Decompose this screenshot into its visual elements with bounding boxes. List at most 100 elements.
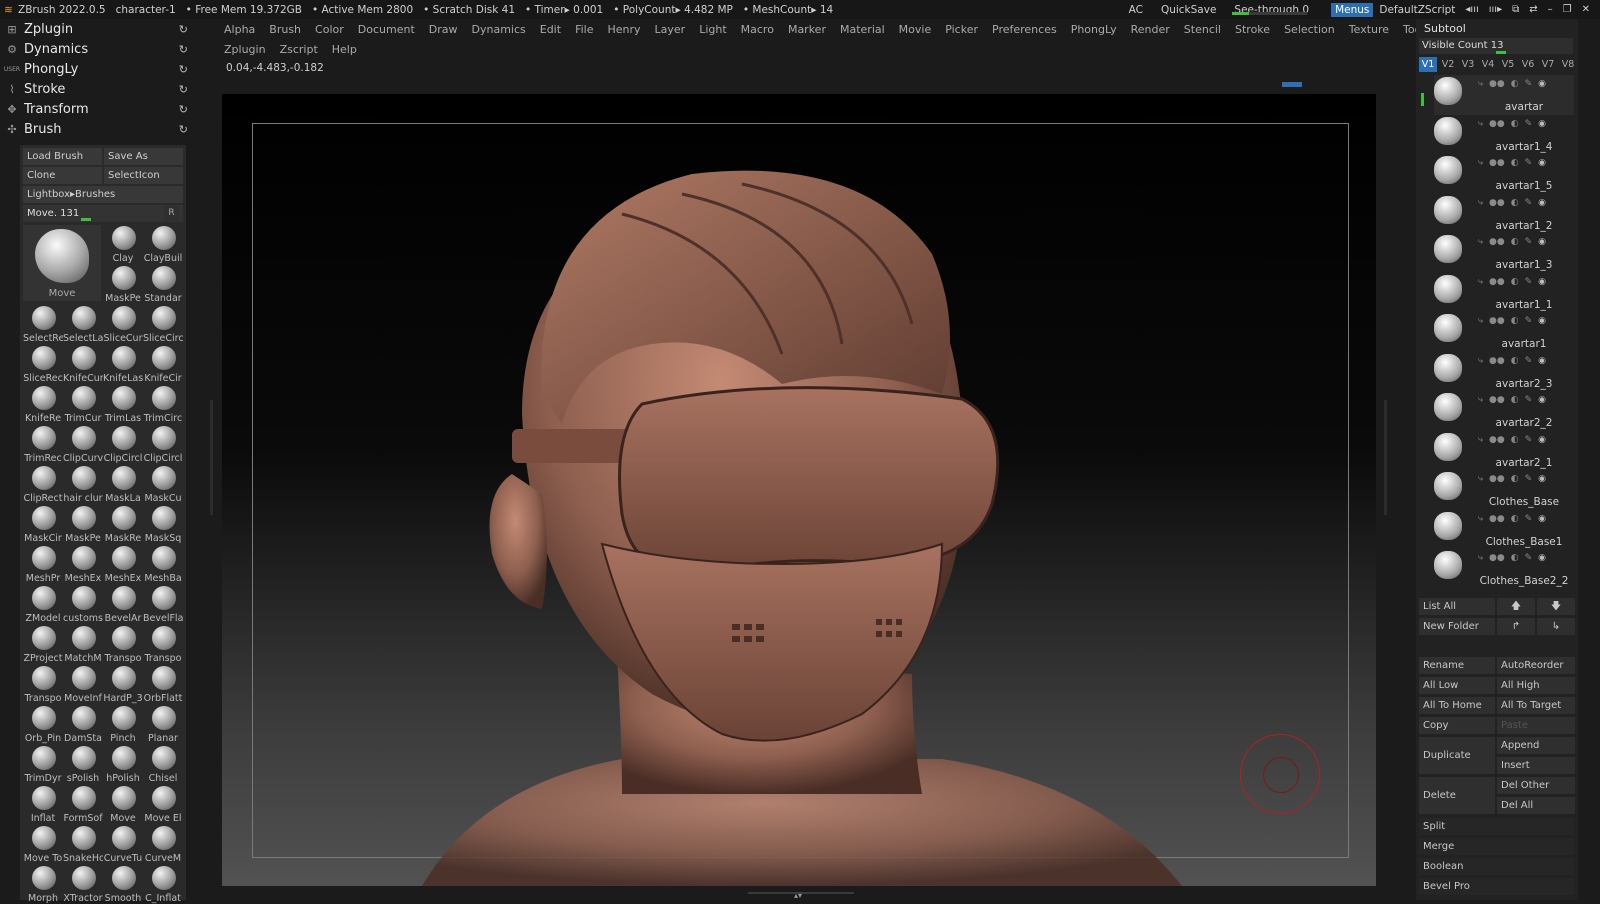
- brush-item[interactable]: TrimDyr: [23, 745, 63, 784]
- brush-item[interactable]: TrimCirc: [143, 385, 183, 424]
- brush-item[interactable]: ClipCircl: [103, 425, 143, 464]
- menu-item[interactable]: Zplugin: [224, 43, 266, 56]
- brush-item[interactable]: sPolish: [63, 745, 103, 784]
- half-icon[interactable]: ◐: [1511, 474, 1519, 484]
- brush-item[interactable]: MaskSq: [143, 505, 183, 544]
- swap-icon[interactable]: ⇄: [1529, 4, 1537, 15]
- restore-icon[interactable]: ❐: [1563, 4, 1572, 15]
- close-icon[interactable]: ✕: [1582, 4, 1590, 15]
- visibility-tab[interactable]: V4: [1479, 57, 1497, 72]
- subtool-item[interactable]: ⤷ ●● ◐ ✎ ◉ Clothes_Base2_2: [1434, 549, 1574, 589]
- subtool-item[interactable]: ⤷ ●● ◐ ✎ ◉ Clothes_Base: [1434, 470, 1574, 510]
- brush-lock-icon[interactable]: ✎: [1525, 277, 1533, 287]
- new-folder-button[interactable]: New Folder: [1419, 618, 1495, 635]
- brush-item[interactable]: hair clur: [63, 465, 103, 504]
- brush-item[interactable]: Transpo: [23, 665, 63, 704]
- half-icon[interactable]: ◐: [1511, 435, 1519, 445]
- brush-item[interactable]: OrbFlatt: [143, 665, 183, 704]
- visibility-tab[interactable]: V8: [1559, 57, 1577, 72]
- append-button[interactable]: Append: [1497, 737, 1575, 754]
- copy-button[interactable]: Copy: [1419, 717, 1495, 734]
- folder-icon[interactable]: ⤷: [1478, 474, 1483, 484]
- menu-item[interactable]: Document: [358, 23, 415, 36]
- menu-item[interactable]: Stencil: [1184, 23, 1221, 36]
- refresh-icon[interactable]: ↻: [179, 123, 188, 136]
- half-icon[interactable]: ◐: [1511, 158, 1519, 168]
- half-icon[interactable]: ◐: [1511, 514, 1519, 524]
- brush-item[interactable]: MaskPe: [103, 265, 143, 304]
- brush-item[interactable]: Morph: [23, 865, 63, 904]
- move-slider[interactable]: Move. 131 R: [23, 205, 183, 222]
- eye-icon[interactable]: ◉: [1538, 158, 1546, 168]
- brush-item[interactable]: BevelFla: [143, 585, 183, 624]
- brush-item[interactable]: KnifeCir: [143, 345, 183, 384]
- folder-icon[interactable]: ⤷: [1478, 514, 1483, 524]
- visibility-tab[interactable]: V2: [1439, 57, 1457, 72]
- subtool-item[interactable]: ⤷ ●● ◐ ✎ ◉ avartar1_2: [1434, 194, 1574, 234]
- brush-item[interactable]: HardP_3: [103, 665, 143, 704]
- return-icon[interactable]: ↳: [1537, 618, 1575, 635]
- menu-item[interactable]: Texture: [1349, 23, 1389, 36]
- brush-item[interactable]: SliceCur: [103, 305, 143, 344]
- menu-item[interactable]: Light: [699, 23, 726, 36]
- brush-item[interactable]: KnifeCur: [63, 345, 103, 384]
- subtool-item[interactable]: ⤷ ●● ◐ ✎ ◉ avartar1_4: [1434, 115, 1574, 155]
- visibility-tab[interactable]: V1: [1419, 57, 1437, 72]
- menu-item[interactable]: Draw: [429, 23, 458, 36]
- brush-lock-icon[interactable]: ✎: [1525, 158, 1533, 168]
- brush-item[interactable]: hPolish: [103, 745, 143, 784]
- brush-item[interactable]: Transpo: [143, 625, 183, 664]
- polypaint-icon[interactable]: ●●: [1489, 553, 1505, 563]
- nav-brush[interactable]: ✣ Brush ↻: [0, 119, 200, 139]
- menu-item[interactable]: Marker: [788, 23, 826, 36]
- folder-icon[interactable]: ⤷: [1478, 316, 1483, 326]
- rename-button[interactable]: Rename: [1419, 657, 1495, 674]
- brush-item[interactable]: MaskCir: [23, 505, 63, 544]
- half-icon[interactable]: ◐: [1511, 79, 1519, 89]
- menus-button[interactable]: Menus: [1331, 2, 1374, 17]
- eye-icon[interactable]: ◉: [1538, 435, 1546, 445]
- eye-icon[interactable]: ◉: [1538, 316, 1546, 326]
- menu-item[interactable]: Brush: [269, 23, 301, 36]
- save-as-button[interactable]: Save As: [104, 148, 183, 165]
- half-icon[interactable]: ◐: [1511, 356, 1519, 366]
- menu-item[interactable]: Edit: [540, 23, 561, 36]
- polypaint-icon[interactable]: ●●: [1489, 119, 1505, 129]
- brush-item[interactable]: MeshEx: [63, 545, 103, 584]
- menu-item[interactable]: Zscript: [280, 43, 318, 56]
- refresh-icon[interactable]: ↻: [179, 23, 188, 36]
- brush-item[interactable]: MeshBa: [143, 545, 183, 584]
- brush-item[interactable]: CurveM: [143, 825, 183, 864]
- brush-item[interactable]: Planar: [143, 705, 183, 744]
- visibility-tab[interactable]: V7: [1539, 57, 1557, 72]
- polypaint-icon[interactable]: ●●: [1489, 435, 1505, 445]
- quicksave-button[interactable]: QuickSave: [1161, 4, 1216, 16]
- move-up-icon[interactable]: 🡅: [1497, 598, 1535, 615]
- bottom-tray-toggle[interactable]: ▴▾: [748, 891, 854, 900]
- subtool-item[interactable]: ⤷ ●● ◐ ✎ ◉ avartar2_2: [1434, 391, 1574, 431]
- load-brush-button[interactable]: Load Brush: [23, 148, 102, 165]
- ac-button[interactable]: AC: [1129, 4, 1143, 16]
- half-icon[interactable]: ◐: [1511, 119, 1519, 129]
- layout-icon[interactable]: ⧉: [1512, 4, 1519, 15]
- brush-item[interactable]: CurveTu: [103, 825, 143, 864]
- half-icon[interactable]: ◐: [1511, 277, 1519, 287]
- polypaint-icon[interactable]: ●●: [1489, 474, 1505, 484]
- menu-item[interactable]: Selection: [1284, 23, 1335, 36]
- menu-item[interactable]: Henry: [607, 23, 640, 36]
- refresh-icon[interactable]: ↻: [179, 83, 188, 96]
- menu-item[interactable]: Macro: [741, 23, 774, 36]
- visibility-tab[interactable]: V3: [1459, 57, 1477, 72]
- minimize-icon[interactable]: –: [1548, 4, 1553, 15]
- r-button[interactable]: R: [164, 206, 179, 221]
- brush-item[interactable]: SliceCirc: [143, 305, 183, 344]
- brush-item[interactable]: ClipRect: [23, 465, 63, 504]
- folder-icon[interactable]: ⤷: [1478, 435, 1483, 445]
- brush-item[interactable]: customs: [63, 585, 103, 624]
- brush-item[interactable]: Pinch: [103, 705, 143, 744]
- brush-item[interactable]: KnifeLas: [103, 345, 143, 384]
- eye-icon[interactable]: ◉: [1538, 395, 1546, 405]
- brush-item[interactable]: Smooth: [103, 865, 143, 904]
- subtool-item[interactable]: ⤷ ●● ◐ ✎ ◉ avartar2_3: [1434, 352, 1574, 392]
- brush-item[interactable]: DamSta: [63, 705, 103, 744]
